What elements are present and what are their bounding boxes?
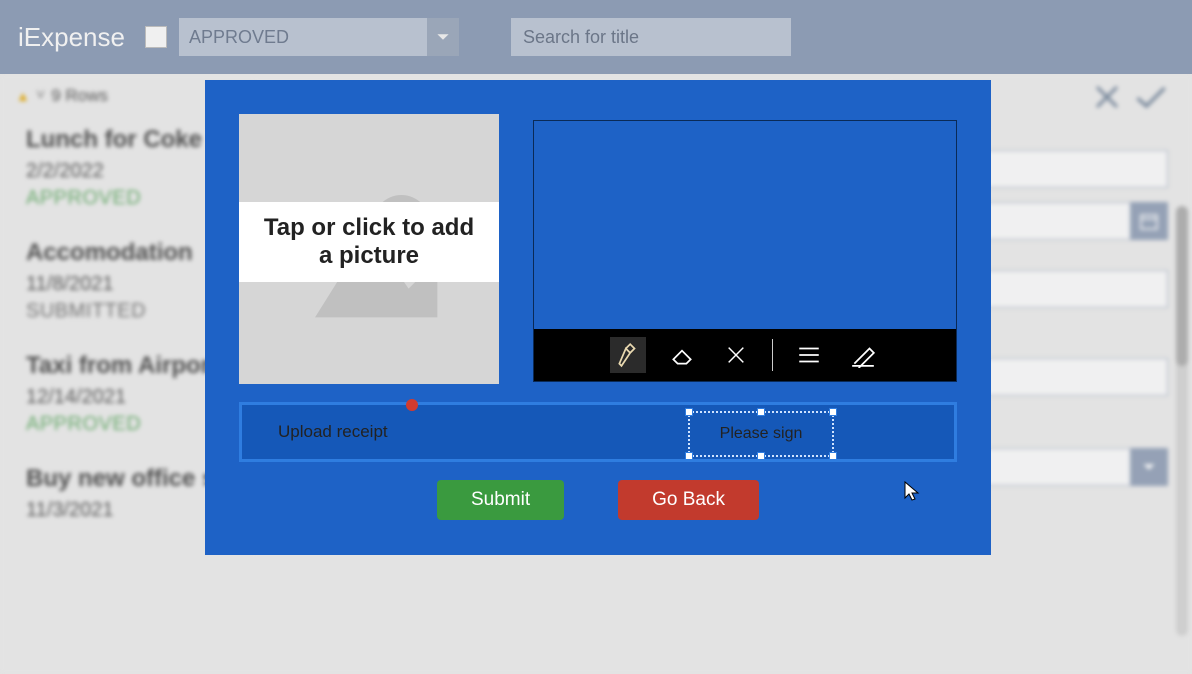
calendar-icon[interactable] xyxy=(1130,202,1168,240)
check-icon[interactable] xyxy=(1134,82,1168,112)
upload-prompt: Tap or click to add a picture xyxy=(264,214,474,269)
app-title: iExpense xyxy=(18,22,125,53)
close-icon[interactable] xyxy=(1092,82,1122,112)
edit-indicator-icon xyxy=(406,399,418,411)
submit-button[interactable]: Submit xyxy=(437,480,564,520)
please-sign-label-selected[interactable]: Please sign xyxy=(688,411,834,457)
receipt-sign-modal: Tap or click to add a picture xyxy=(205,80,991,555)
clear-icon[interactable] xyxy=(718,337,754,373)
chevron-down-icon: ˅ xyxy=(36,87,45,105)
label-strip: Upload receipt Please sign xyxy=(239,402,957,462)
eraser-tool-icon[interactable] xyxy=(664,337,700,373)
search-input[interactable] xyxy=(511,18,791,56)
signature-toolbar xyxy=(534,329,956,381)
row-count-label: 9 Rows xyxy=(51,86,108,106)
status-filter-value: APPROVED xyxy=(189,27,289,48)
go-back-button[interactable]: Go Back xyxy=(618,480,759,520)
toolbar-divider xyxy=(772,339,773,371)
warning-icon: ▲ xyxy=(16,88,30,104)
image-uploader[interactable]: Tap or click to add a picture xyxy=(239,114,499,384)
status-filter-select[interactable]: APPROVED xyxy=(179,18,459,56)
top-bar: iExpense APPROVED xyxy=(0,0,1192,74)
line-weight-icon[interactable] xyxy=(791,337,827,373)
chevron-down-icon xyxy=(427,18,459,56)
filter-checkbox[interactable] xyxy=(145,26,167,48)
scrollbar[interactable] xyxy=(1176,206,1188,636)
edit-sign-icon[interactable] xyxy=(845,337,881,373)
scrollbar-thumb[interactable] xyxy=(1176,206,1188,366)
sign-label: Please sign xyxy=(720,425,803,443)
chevron-down-icon[interactable] xyxy=(1130,448,1168,486)
pen-tool-icon[interactable] xyxy=(610,337,646,373)
signature-canvas[interactable] xyxy=(533,120,957,382)
upload-receipt-label: Upload receipt xyxy=(278,422,388,442)
